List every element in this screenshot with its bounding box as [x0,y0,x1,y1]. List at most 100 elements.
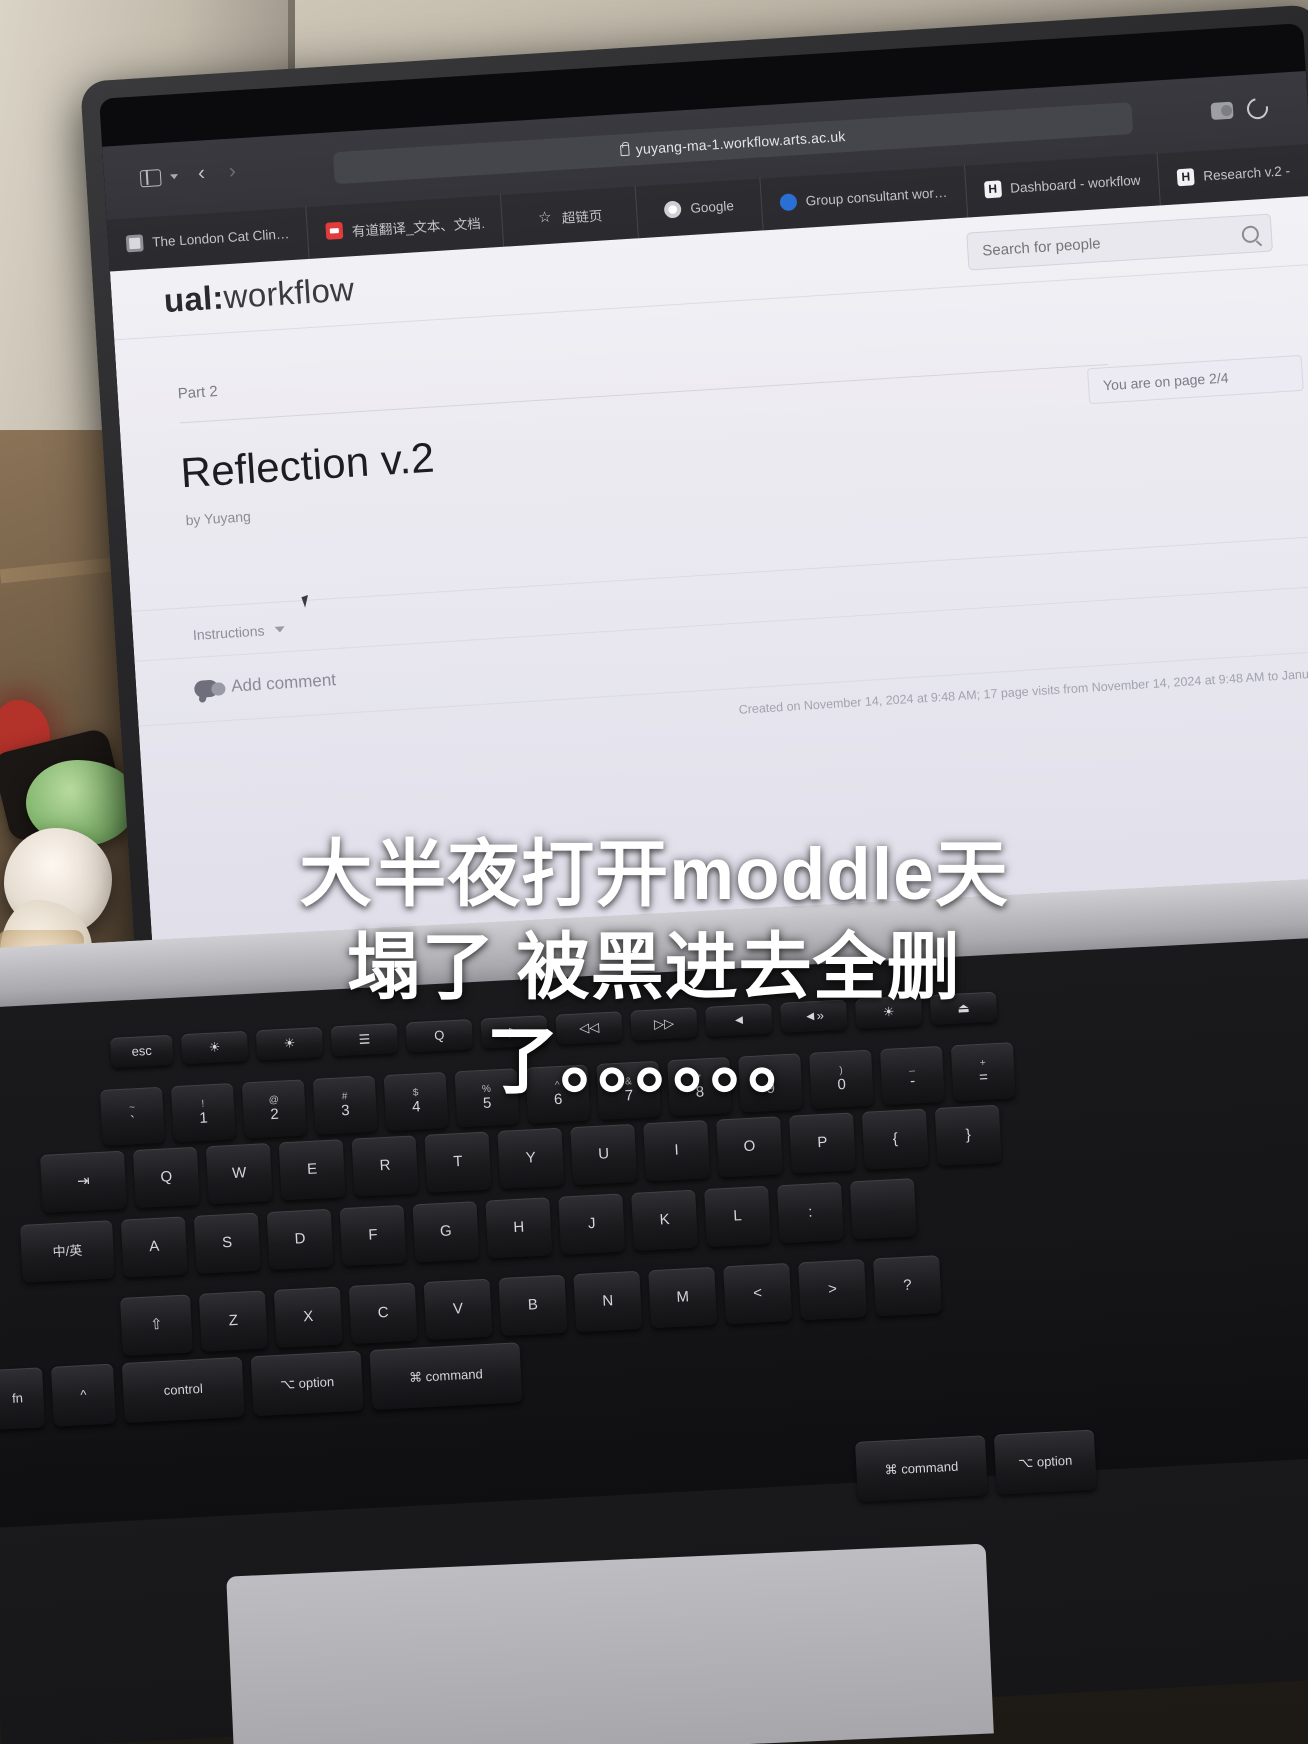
key-=[interactable]: + = [950,1042,1016,1102]
key-y[interactable]: Y [497,1127,565,1189]
key-[interactable] [849,1178,917,1240]
key-8[interactable]: * 8 [667,1057,733,1117]
key-☀[interactable]: ☀ [854,995,923,1029]
search-icon[interactable] [1241,224,1260,243]
key-esc[interactable]: esc [110,1034,174,1068]
key-中/英[interactable]: 中/英 [20,1220,115,1283]
key-▷▷[interactable]: ▷▷ [630,1007,698,1041]
key-r[interactable]: R [351,1135,419,1197]
key-▷[interactable]: ▷ [480,1015,548,1049]
key-^[interactable]: ^ [50,1363,116,1427]
key-e[interactable]: E [278,1139,346,1201]
key-<[interactable]: < [723,1262,793,1325]
key-legend: P [816,1134,828,1152]
key-n[interactable]: N [573,1270,643,1333]
key-m[interactable]: M [648,1266,718,1329]
instructions-toggle[interactable]: Instructions [192,621,285,643]
key-t[interactable]: T [424,1131,492,1193]
search-box[interactable] [966,213,1273,271]
lock-icon [620,144,631,157]
key-◄[interactable]: ◄ [705,1003,773,1037]
key-legend: { [892,1130,899,1148]
key-b[interactable]: B [498,1274,568,1337]
key-☀[interactable]: ☀ [180,1030,249,1065]
key-:[interactable]: : [776,1181,844,1244]
key-d[interactable]: D [266,1208,334,1270]
add-comment-button[interactable]: Add comment [193,670,337,699]
key-legend: ☀ [882,1003,895,1020]
key-g[interactable]: G [412,1201,480,1263]
key-p[interactable]: P [788,1112,856,1174]
key-0[interactable]: ) 0 [809,1049,874,1109]
key-7[interactable]: & 7 [596,1060,662,1120]
key-fn[interactable]: fn [0,1367,46,1430]
key-3[interactable]: #3 [312,1075,378,1135]
forward-button[interactable]: › [228,159,236,182]
key-f[interactable]: F [339,1204,407,1267]
key-o[interactable]: O [716,1116,784,1178]
trackpad[interactable] [226,1543,994,1744]
chevron-down-icon [169,174,179,180]
key-2[interactable]: @2 [241,1079,307,1139]
bookmark-item[interactable]: Google [635,177,764,239]
back-button[interactable]: ‹ [197,161,205,184]
key-{[interactable]: { [861,1108,929,1170]
star-favicon-icon: ☆ [537,208,553,226]
key-legend: ◄» [803,1007,825,1024]
bookmark-item[interactable]: ☆ 超链页 [500,185,640,247]
key-?[interactable]: ? [872,1255,942,1317]
key-v[interactable]: V [423,1278,493,1341]
key-z[interactable]: Z [198,1290,268,1352]
site-logo[interactable]: ual:workflow [163,270,356,320]
extensions-icon[interactable] [1210,101,1234,121]
key-⌘-command[interactable]: ⌘ command [855,1435,988,1502]
key->[interactable]: > [798,1259,868,1321]
divider [179,364,1108,424]
search-input[interactable] [979,225,1225,261]
key-q[interactable]: Q [132,1146,200,1209]
key-9[interactable]: (9 [738,1053,803,1113]
sidebar-toggle-button[interactable] [139,168,179,188]
key-u[interactable]: U [570,1123,638,1186]
key-j[interactable]: J [558,1193,626,1255]
key-k[interactable]: K [631,1189,699,1251]
key-⌥-option[interactable]: ⌥ option [250,1350,364,1417]
key-w[interactable]: W [205,1142,273,1205]
key-q[interactable]: Q [405,1019,474,1053]
key-c[interactable]: C [348,1282,418,1344]
key-}[interactable]: } [934,1104,1002,1167]
key-legend: W [231,1164,247,1183]
key-s[interactable]: S [193,1212,261,1274]
key-i[interactable]: I [643,1120,711,1182]
key-⌘-command[interactable]: ⌘ command [369,1342,523,1411]
chrome-right-tools[interactable] [1210,94,1272,124]
key-6[interactable]: ^ 6 [525,1064,591,1124]
reload-icon[interactable] [1243,94,1272,124]
key-a[interactable]: A [120,1216,188,1278]
key-⇧[interactable]: ⇧ [120,1294,193,1356]
key-◁◁[interactable]: ◁◁ [555,1011,623,1045]
navigation-buttons[interactable]: ‹ › [197,159,236,184]
key--[interactable]: _ - [879,1045,945,1106]
key-`[interactable]: ~ ` [100,1086,165,1146]
page-title: Reflection v.2 [179,433,436,497]
key-⇥[interactable]: ⇥ [40,1150,127,1213]
key-☰[interactable]: ☰ [330,1022,399,1057]
key-legend: fn [11,1389,24,1406]
key-legend: 2 [269,1105,280,1124]
key-h[interactable]: H [485,1197,553,1259]
key-⌥-option[interactable]: ⌥ option [993,1429,1097,1495]
key-4[interactable]: $4 [383,1071,449,1132]
key-1[interactable]: ! 1 [170,1083,236,1143]
key-legend: ^ [79,1386,87,1402]
key-x[interactable]: X [273,1286,343,1348]
key-control[interactable]: control [121,1356,245,1424]
key-l[interactable]: L [704,1185,772,1248]
key-⏏[interactable]: ⏏ [929,991,998,1025]
keyboard-row-modifiers-right[interactable]: ⌘ command ⌥ option [855,1429,1097,1502]
key-◄»[interactable]: ◄» [780,999,848,1033]
key-☀[interactable]: ☀ [255,1026,324,1061]
bookmark-item[interactable]: H Research v.2 - [1158,143,1308,205]
h-favicon-icon: H [983,180,1002,199]
key-5[interactable]: % 5 [454,1068,520,1128]
